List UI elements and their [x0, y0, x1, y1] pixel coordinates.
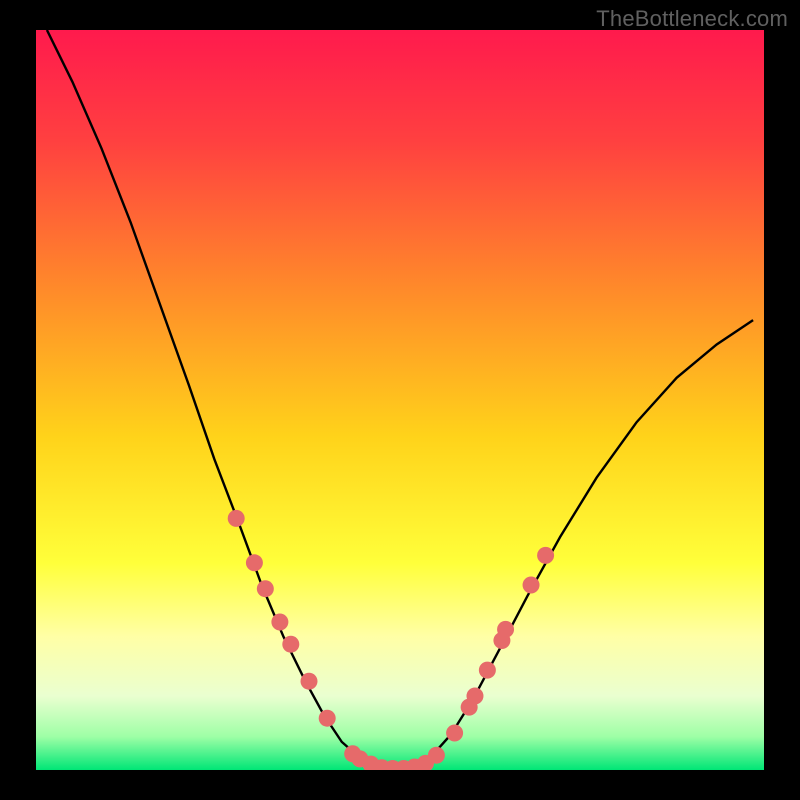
bottleneck-chart: [0, 0, 800, 800]
bead-marker: [446, 725, 463, 742]
bead-marker: [257, 580, 274, 597]
bead-marker: [319, 710, 336, 727]
plot-background: [36, 30, 764, 770]
bead-marker: [466, 688, 483, 705]
bead-marker: [537, 547, 554, 564]
bead-marker: [228, 510, 245, 527]
watermark-text: TheBottleneck.com: [596, 6, 788, 32]
bead-marker: [271, 614, 288, 631]
bead-marker: [246, 554, 263, 571]
bead-marker: [497, 621, 514, 638]
bead-marker: [301, 673, 318, 690]
bead-marker: [428, 747, 445, 764]
chart-stage: TheBottleneck.com: [0, 0, 800, 800]
bead-marker: [479, 662, 496, 679]
bead-marker: [523, 577, 540, 594]
bead-marker: [282, 636, 299, 653]
